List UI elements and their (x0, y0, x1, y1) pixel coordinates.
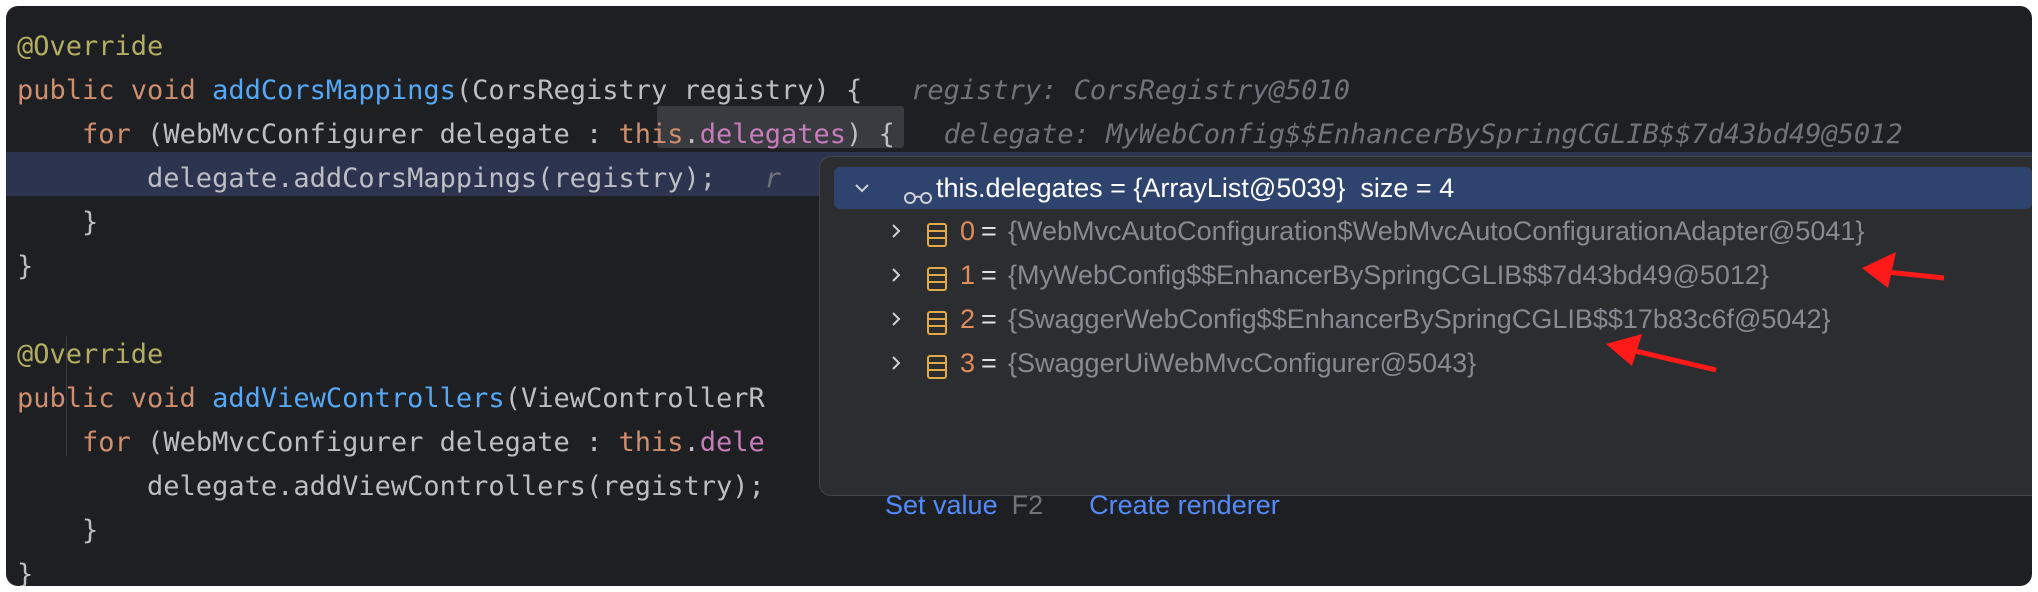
code-token: } (17, 207, 99, 238)
code-token: delegate.addCorsMappings(registry); (17, 163, 765, 194)
popup-footer: Set value F2 Create renderer (840, 445, 1280, 565)
popup-item-row[interactable]: 0 = {WebMvcAutoConfiguration$WebMvcAutoCon… (820, 210, 2020, 252)
code-token: ) { (846, 119, 895, 150)
code-token: (CorsRegistry registry) { (455, 75, 863, 106)
code-line[interactable]: for (WebMvcConfigurer delegate : this.de… (17, 421, 765, 465)
code-token: (ViewControllerR (504, 383, 765, 414)
code-line[interactable]: public void addCorsMappings(CorsRegistry… (17, 69, 1350, 113)
popup-header-row[interactable]: this.delegates = {ArrayList@5039} size =… (834, 167, 2032, 209)
create-renderer-link[interactable]: Create renderer (1089, 490, 1280, 520)
item-index: 0 (960, 216, 976, 246)
code-token: } (17, 251, 34, 282)
code-token: delegate.addViewControllers(registry); (17, 471, 765, 502)
code-token: for (82, 427, 148, 458)
equals-sign: = (981, 260, 997, 290)
code-line[interactable]: @Override (17, 333, 163, 377)
code-line[interactable]: delegate.addCorsMappings(registry); r (17, 157, 781, 201)
code-token: (WebMvcConfigurer delegate : (147, 119, 619, 150)
equals-sign: = (981, 304, 997, 334)
chevron-down-icon[interactable] (854, 180, 870, 196)
code-token: } (17, 559, 34, 586)
item-index: 3 (960, 348, 976, 378)
code-token: public void (17, 383, 213, 414)
code-token: @Override (17, 339, 164, 370)
code-token: public void (17, 75, 213, 106)
equals-sign: = (981, 216, 997, 246)
set-value-shortcut: F2 (1011, 490, 1044, 520)
code-token: this (618, 119, 684, 150)
debugger-value-popup[interactable]: this.delegates = {ArrayList@5039} size =… (819, 156, 2032, 520)
equals-sign: = (981, 348, 997, 378)
code-token: . (683, 427, 700, 458)
code-token: (WebMvcConfigurer delegate : (147, 427, 619, 458)
inline-debug-value: r (764, 163, 782, 194)
inline-debug-value: registry: CorsRegistry@5010 (862, 75, 1350, 106)
field-icon (926, 350, 948, 392)
item-index: 2 (960, 304, 976, 334)
code-token: this (618, 427, 684, 458)
code-line[interactable]: delegate.addViewControllers(registry); (17, 465, 765, 509)
code-line[interactable]: } (17, 245, 33, 289)
code-line[interactable]: } (17, 201, 98, 245)
code-token: addCorsMappings (212, 75, 456, 106)
popup-header-text: this.delegates = {ArrayList@5039} size =… (936, 173, 1455, 203)
chevron-right-icon[interactable] (888, 267, 904, 283)
popup-item-row[interactable]: 2 = {SwaggerWebConfig$$EnhancerBySpringCGL… (820, 298, 2020, 340)
code-editor[interactable]: @Override public void addCorsMappings(Cor… (6, 6, 2032, 586)
code-token: for (82, 119, 148, 150)
item-index: 1 (960, 260, 976, 290)
code-line[interactable]: public void addViewControllers(ViewContr… (17, 377, 765, 421)
popup-item-row[interactable]: 1 = {MyWebConfig$$EnhancerBySpringCGLIB$$7… (820, 254, 2020, 296)
chevron-right-icon[interactable] (888, 223, 904, 239)
code-line[interactable]: } (17, 553, 33, 586)
code-token: @Override (17, 31, 164, 62)
chevron-right-icon[interactable] (888, 311, 904, 327)
code-token: addViewControllers (212, 383, 505, 414)
code-token: dele (699, 427, 765, 458)
item-value: {WebMvcAutoConfiguration$WebMvcAutoConfi… (1008, 216, 1865, 246)
inline-debug-value: delegate: MyWebConfig$$EnhancerBySpringC… (894, 119, 1903, 150)
item-value: {SwaggerUiWebMvcConfigurer@5043} (1008, 348, 1477, 378)
set-value-link[interactable]: Set value (885, 490, 998, 520)
code-line[interactable]: @Override (17, 25, 163, 69)
glasses-icon (903, 181, 933, 212)
code-line[interactable]: for (WebMvcConfigurer delegate : this.de… (17, 113, 1903, 157)
code-line[interactable]: } (17, 509, 98, 553)
item-value: {SwaggerWebConfig$$EnhancerBySpringCGLIB… (1008, 304, 1831, 334)
code-token: } (17, 515, 99, 546)
code-token: . (683, 119, 700, 150)
code-token: delegates (699, 119, 847, 150)
item-value: {MyWebConfig$$EnhancerBySpringCGLIB$$7d4… (1008, 260, 1769, 290)
chevron-right-icon[interactable] (888, 355, 904, 371)
popup-item-row[interactable]: 3 = {SwaggerUiWebMvcConfigurer@5043} (820, 342, 2020, 384)
